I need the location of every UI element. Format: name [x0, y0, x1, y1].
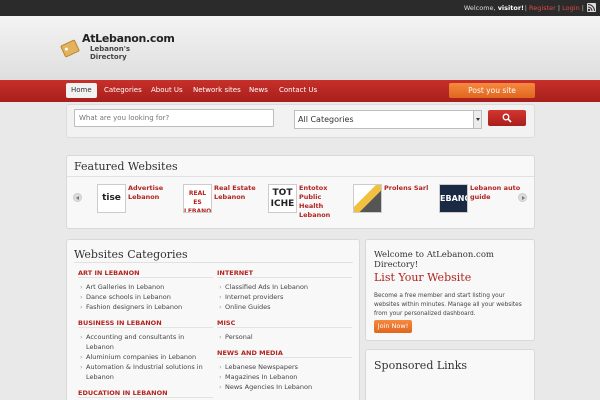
category-column-left: ART IN LEBANON Art Galleries In Lebanon …: [78, 268, 213, 400]
post-site-button[interactable]: Post you site: [449, 83, 535, 98]
featured-item[interactable]: EBANO Lebanon auto guide: [439, 183, 525, 217]
subcategory-link[interactable]: Online Guides: [217, 302, 352, 312]
subcategory-link[interactable]: Internet providers: [217, 292, 352, 302]
rss-icon[interactable]: [587, 3, 596, 12]
welcome-prefix: Welcome,: [463, 4, 498, 12]
featured-item[interactable]: TOT ICHE Entotox Public Health Lebanon: [268, 183, 354, 220]
nav-contact-us[interactable]: Contact Us: [274, 83, 322, 98]
category-heading[interactable]: INTERNET: [217, 268, 352, 278]
price-tag-icon: [60, 39, 80, 58]
account-links: | Register | Login |: [525, 4, 584, 12]
nav-network-sites[interactable]: Network sites: [188, 83, 246, 98]
divider: [67, 176, 534, 177]
register-link[interactable]: Register: [529, 4, 556, 12]
nav-news[interactable]: News: [244, 83, 273, 98]
welcome-description: Become a free member and start listing y…: [374, 293, 522, 317]
featured-thumbnail: EBANO: [439, 184, 468, 213]
sponsored-title: Sponsored Links: [374, 359, 468, 372]
search-input[interactable]: [74, 109, 274, 127]
carousel-prev-icon[interactable]: [73, 193, 82, 202]
featured-name[interactable]: Prolens Sarl: [384, 184, 436, 193]
category-heading[interactable]: EDUCATION IN LEBANON: [78, 388, 213, 398]
featured-websites: Featured Websites tise ↓ Advertise Leban…: [66, 155, 535, 229]
category-group: INTERNET Classified Ads In Lebanon Inter…: [217, 268, 352, 312]
nav-about-us[interactable]: About Us: [146, 83, 188, 98]
search-icon: [502, 113, 512, 123]
featured-item[interactable]: Prolens Sarl: [353, 183, 439, 217]
subcategory-link[interactable]: Art Galleries In Lebanon: [78, 282, 213, 292]
chevron-down-icon: [473, 111, 481, 128]
carousel-next-icon[interactable]: [518, 193, 527, 202]
category-group: EDUCATION IN LEBANON: [78, 388, 213, 398]
category-group: MISC Personal: [217, 318, 352, 342]
site-logo[interactable]: AtLebanon.com Lebanon's Directory: [60, 28, 175, 68]
welcome-text: Welcome, visitor!: [464, 4, 524, 12]
nav-categories[interactable]: Categories: [99, 83, 147, 98]
featured-item[interactable]: tise ↓ Advertise Lebanon: [97, 183, 183, 217]
category-heading[interactable]: MISC: [217, 318, 352, 328]
subcategory-link[interactable]: Magazines In Lebanon: [217, 372, 352, 382]
category-group: NEWS AND MEDIA Lebanese Newspapers Magaz…: [217, 348, 352, 392]
site-header: AtLebanon.com Lebanon's Directory: [0, 16, 600, 80]
subcategory-link[interactable]: Personal: [217, 332, 352, 342]
subcategory-link[interactable]: Automation & Industrial solutions in Leb…: [78, 362, 213, 382]
category-heading[interactable]: ART IN LEBANON: [78, 268, 213, 278]
subcategory-link[interactable]: Aluminium companies in Lebanon: [78, 352, 213, 362]
featured-name[interactable]: Real Estate Lebanon: [214, 184, 266, 202]
featured-thumbnail: [353, 184, 382, 213]
welcome-user: visitor!: [497, 4, 524, 12]
sponsored-links: Sponsored Links: [365, 349, 535, 400]
separator: |: [557, 4, 561, 12]
separator: |: [524, 4, 527, 12]
logo-subtitle: Lebanon's Directory: [90, 45, 131, 61]
featured-title: Featured Websites: [74, 160, 178, 173]
featured-name[interactable]: Advertise Lebanon: [128, 184, 180, 202]
top-bar: Welcome, visitor! | Register | Login |: [0, 0, 600, 16]
featured-thumbnail: REAL ES LEBANO: [183, 184, 212, 213]
websites-categories: Websites Categories ART IN LEBANON Art G…: [66, 239, 360, 400]
featured-thumbnail: tise ↓: [97, 184, 126, 213]
featured-item[interactable]: REAL ES LEBANO Real Estate Lebanon: [183, 183, 269, 217]
subcategory-link[interactable]: Dance schools in Lebanon: [78, 292, 213, 302]
category-group: ART IN LEBANON Art Galleries In Lebanon …: [78, 268, 213, 312]
welcome-title: Welcome to AtLebanon.com Directory!: [374, 250, 494, 270]
main-nav: Home Categories About Us Network sites N…: [0, 80, 600, 102]
divider: [74, 262, 353, 263]
category-group: BUSINESS IN LEBANON Accounting and consu…: [78, 318, 213, 382]
login-link[interactable]: Login: [562, 4, 580, 12]
subcategory-link[interactable]: Accounting and consultants in Lebanon: [78, 332, 213, 352]
logo-name: AtLebanon.com: [82, 32, 175, 45]
featured-name[interactable]: Entotox Public Health Lebanon: [299, 184, 344, 220]
category-column-right: INTERNET Classified Ads In Lebanon Inter…: [217, 268, 352, 398]
subcategory-link[interactable]: Lebanese Newspapers: [217, 362, 352, 372]
search-button[interactable]: [488, 110, 526, 126]
welcome-widget: Welcome to AtLebanon.com Directory! List…: [365, 239, 535, 341]
categories-title: Websites Categories: [74, 248, 188, 261]
list-website-title: List Your Website: [374, 271, 472, 284]
subcategory-link[interactable]: News Agencies In Lebanon: [217, 382, 352, 392]
separator: |: [581, 4, 584, 12]
subcategory-link[interactable]: Classified Ads In Lebanon: [217, 282, 352, 292]
nav-home[interactable]: Home: [66, 83, 97, 98]
featured-name[interactable]: Lebanon auto guide: [470, 184, 522, 202]
subcategory-link[interactable]: Fashion designers in Lebanon: [78, 302, 213, 312]
featured-thumbnail: TOT ICHE: [268, 184, 297, 213]
category-heading[interactable]: NEWS AND MEDIA: [217, 348, 352, 358]
category-select[interactable]: All Categories: [294, 110, 482, 129]
join-now-button[interactable]: Join Now!: [374, 320, 412, 333]
category-heading[interactable]: BUSINESS IN LEBANON: [78, 318, 213, 328]
search-bar: All Categories: [66, 104, 535, 138]
category-select-value: All Categories: [298, 115, 354, 124]
